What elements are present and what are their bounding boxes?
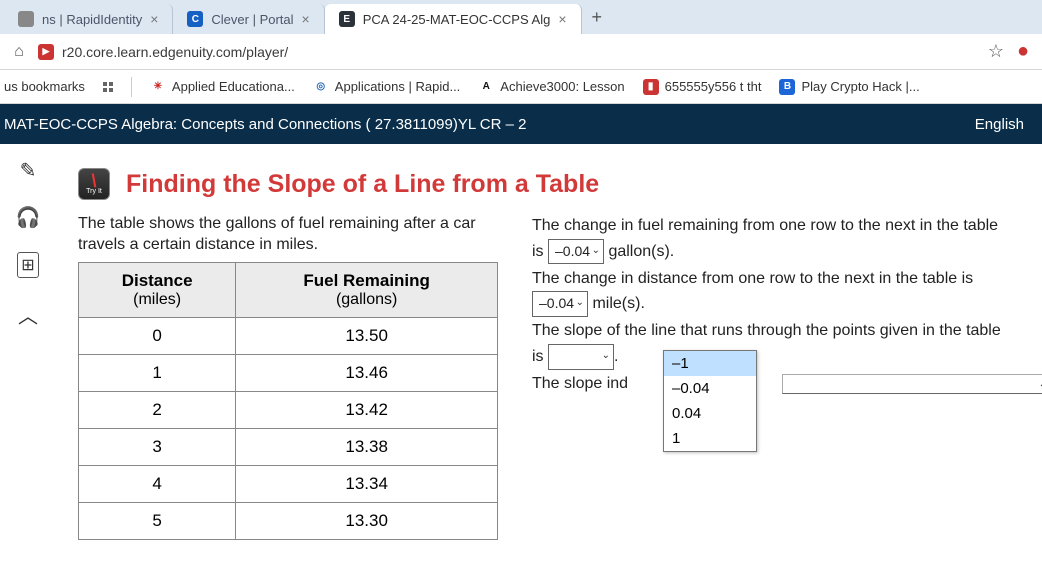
browser-tab[interactable]: C Clever | Portal × [173, 4, 324, 34]
browser-tab-strip: ns | RapidIdentity × C Clever | Portal ×… [0, 0, 1042, 34]
extension-icon[interactable]: ● [1014, 43, 1032, 61]
bookmark-favicon: ▮ [643, 79, 659, 95]
apps-icon [103, 82, 113, 92]
cell-fuel: 13.30 [236, 502, 498, 539]
cell-distance: 1 [79, 354, 236, 391]
close-icon[interactable]: × [150, 11, 158, 27]
fuel-change-select[interactable]: –0.04⌄ [548, 239, 604, 265]
question-line-4: The slope ind ⌄ [532, 372, 1010, 397]
content-area: \ Try It Finding the Slope of a Line fro… [56, 144, 1042, 552]
slope-dropdown-listbox[interactable]: –1 –0.04 0.04 1 [663, 350, 757, 452]
table-row: 413.34 [79, 465, 498, 502]
lesson-title: Finding the Slope of a Line from a Table [126, 170, 599, 199]
slope-indicates-select[interactable]: ⌄ [782, 374, 1042, 394]
cell-distance: 0 [79, 317, 236, 354]
bookmark-item[interactable]: ✳ Applied Educationa... [150, 79, 295, 95]
table-row: 013.50 [79, 317, 498, 354]
table-row: 113.46 [79, 354, 498, 391]
close-icon[interactable]: × [558, 11, 566, 27]
intro-text: The table shows the gallons of fuel rema… [78, 214, 498, 256]
language-toggle[interactable]: English [975, 116, 1024, 133]
headphones-icon[interactable]: 🎧 [16, 205, 41, 230]
bookmark-star-icon[interactable]: ☆ [988, 41, 1004, 62]
tab-favicon: C [187, 11, 203, 27]
slope-select[interactable]: ⌄ [548, 344, 614, 370]
cell-fuel: 13.42 [236, 391, 498, 428]
chevron-down-icon: ⌄ [592, 243, 600, 259]
tab-label: Clever | Portal [211, 12, 293, 27]
col-header-fuel: Fuel Remaining(gallons) [236, 262, 498, 317]
workspace: ✎ 🎧 ⊞ ︿ \ Try It Finding the Slope of a … [0, 144, 1042, 552]
bookmark-item[interactable]: ◎ Applications | Rapid... [313, 79, 461, 95]
bookmark-item[interactable]: B Play Crypto Hack |... [779, 79, 919, 95]
bookmark-favicon: ◎ [313, 79, 329, 95]
bookmark-label: Applications | Rapid... [335, 79, 461, 94]
bookmark-label: Play Crypto Hack |... [801, 79, 919, 94]
bookmark-favicon: A [478, 79, 494, 95]
url-bar: ⌂ ▶ r20.core.learn.edgenuity.com/player/… [0, 34, 1042, 70]
cell-distance: 4 [79, 465, 236, 502]
tryit-badge[interactable]: \ Try It [78, 168, 110, 200]
url-text: r20.core.learn.edgenuity.com/player/ [62, 44, 288, 60]
cell-fuel: 13.46 [236, 354, 498, 391]
browser-tab-active[interactable]: E PCA 24-25-MAT-EOC-CCPS Alg × [325, 4, 582, 34]
new-tab-button[interactable]: + [582, 7, 613, 28]
left-column: The table shows the gallons of fuel rema… [78, 214, 498, 540]
cell-fuel: 13.38 [236, 428, 498, 465]
calculator-icon[interactable]: ⊞ [17, 252, 38, 278]
tab-label: ns | RapidIdentity [42, 12, 142, 27]
col-header-distance: Distance(miles) [79, 262, 236, 317]
tab-label: PCA 24-25-MAT-EOC-CCPS Alg [363, 12, 551, 27]
dropdown-option[interactable]: –1 [664, 351, 756, 376]
table-row: 213.42 [79, 391, 498, 428]
bookmark-favicon: ✳ [150, 79, 166, 95]
cell-fuel: 13.50 [236, 317, 498, 354]
pencil-icon[interactable]: ✎ [20, 158, 37, 183]
right-column: The change in fuel remaining from one ro… [532, 214, 1010, 540]
cell-fuel: 13.34 [236, 465, 498, 502]
tab-favicon: E [339, 11, 355, 27]
distance-change-select[interactable]: –0.04⌄ [532, 291, 588, 317]
chevron-down-icon: ⌄ [576, 295, 584, 311]
apps-button[interactable] [103, 82, 113, 92]
collapse-icon[interactable]: ︿ [18, 300, 38, 329]
bookmark-label: 655555y556 t tht [665, 79, 762, 94]
dropdown-option[interactable]: –0.04 [664, 376, 756, 401]
cell-distance: 2 [79, 391, 236, 428]
question-line-1: The change in fuel remaining from one ro… [532, 214, 1010, 265]
course-header: MAT-EOC-CCPS Algebra: Concepts and Conne… [0, 104, 1042, 144]
tab-favicon [18, 11, 34, 27]
course-title: MAT-EOC-CCPS Algebra: Concepts and Conne… [4, 116, 527, 133]
tryit-label: Try It [86, 188, 102, 195]
lesson-card: \ Try It Finding the Slope of a Line fro… [56, 156, 1032, 552]
question-line-2: The change in distance from one row to t… [532, 267, 1010, 318]
divider [131, 77, 132, 97]
tool-rail: ✎ 🎧 ⊞ ︿ [0, 144, 56, 552]
home-icon[interactable]: ⌂ [10, 43, 28, 61]
bookmarks-bar: us bookmarks ✳ Applied Educationa... ◎ A… [0, 70, 1042, 104]
site-favicon: ▶ [38, 44, 54, 60]
table-row: 313.38 [79, 428, 498, 465]
bookmark-label: Applied Educationa... [172, 79, 295, 94]
close-icon[interactable]: × [302, 11, 310, 27]
chevron-down-icon: ⌄ [602, 348, 610, 364]
question-line-3: The slope of the line that runs through … [532, 319, 1010, 370]
table-row: 513.30 [79, 502, 498, 539]
tryit-icon: \ [91, 174, 96, 188]
browser-tab[interactable]: ns | RapidIdentity × [4, 4, 173, 34]
dropdown-option[interactable]: 0.04 [664, 401, 756, 426]
cell-distance: 5 [79, 502, 236, 539]
data-table: Distance(miles) Fuel Remaining(gallons) … [78, 262, 498, 540]
bookmark-label: Achieve3000: Lesson [500, 79, 624, 94]
dropdown-option[interactable]: 1 [664, 426, 756, 451]
cell-distance: 3 [79, 428, 236, 465]
bookmarks-label: us bookmarks [4, 79, 85, 94]
address-field[interactable]: ▶ r20.core.learn.edgenuity.com/player/ [38, 44, 978, 60]
bookmark-favicon: B [779, 79, 795, 95]
bookmark-item[interactable]: ▮ 655555y556 t tht [643, 79, 762, 95]
chevron-down-icon: ⌄ [1039, 377, 1042, 393]
bookmark-item[interactable]: A Achieve3000: Lesson [478, 79, 624, 95]
